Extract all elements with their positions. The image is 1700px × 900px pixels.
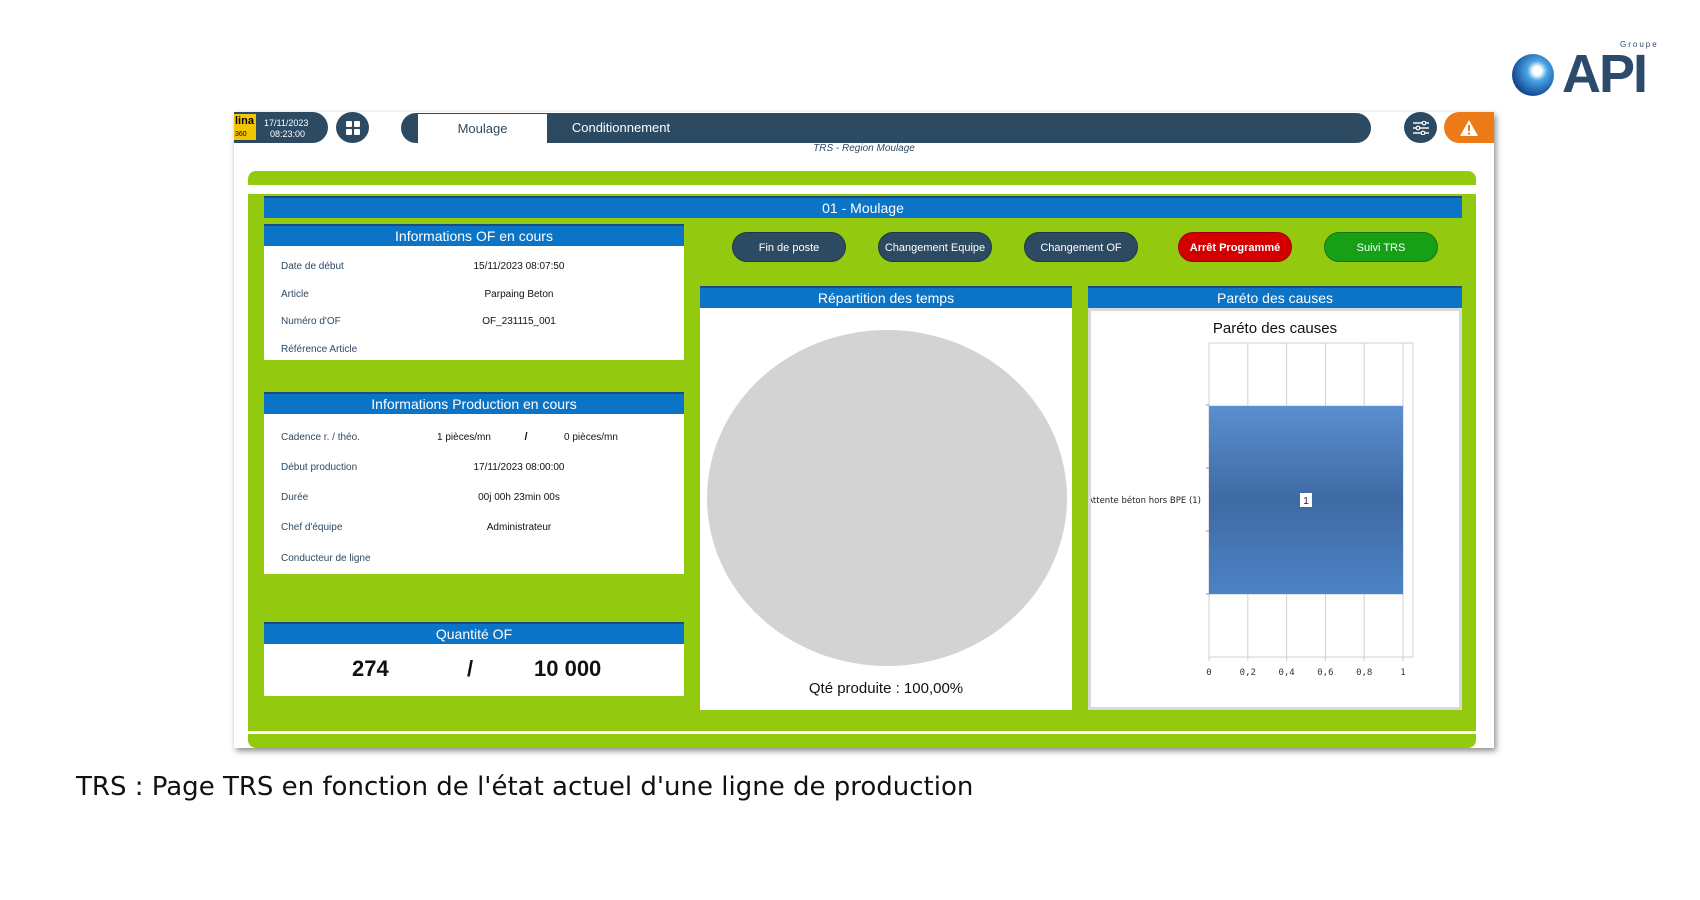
prod-label-debut: Début production [281,462,358,473]
slide: Groupe API lina 360 17/11/2023 08:23:00 … [0,0,1700,900]
pie-slice-qte-produite [707,330,1067,666]
quantity-target: 10 000 [534,656,602,681]
sphere-logo-icon [1512,54,1554,96]
trs-screen: lina 360 17/11/2023 08:23:00 Moulage Con… [234,112,1494,748]
suivi-trs-button[interactable]: Suivi TRS [1324,232,1438,262]
of-label-reference: Référence Article [281,344,358,355]
logo-name: API [1562,44,1648,104]
green-bottom-bar [248,734,1476,748]
of-label-date-debut: Date de début [281,261,344,272]
quantity-produced: 274 [352,656,389,681]
date-time-box: lina 360 17/11/2023 08:23:00 [234,112,328,143]
pareto-x-tick-label: 1 [1400,668,1405,678]
prod-value-chef: Administrateur [486,522,552,533]
of-label-numero: Numéro d'OF [281,316,341,327]
green-top-bar [248,171,1476,185]
pareto-x-tick-label: 0,6 [1317,668,1333,678]
settings-button[interactable] [1404,112,1437,143]
region-tab-bar: Moulage Conditionnement [401,113,1371,143]
menu-grid-button[interactable] [336,112,369,143]
prod-label-duree: Durée [281,492,309,503]
pareto-data-label: 1 [1303,496,1309,507]
quantity-separator: / [467,656,474,681]
prod-cadence-separator: / [524,431,528,443]
of-value-date-debut: 15/11/2023 08:07:50 [473,261,565,272]
alert-button[interactable] [1444,112,1494,143]
of-value-article: Parpaing Beton [484,289,554,300]
quantity-title: Quantité OF [264,622,684,644]
slide-caption: TRS : Page TRS en fonction de l'état act… [76,772,974,802]
prod-value-duree: 00j 00h 23min 00s [478,492,560,503]
prod-value-debut: 17/11/2023 08:00:00 [473,462,565,473]
prod-info-title: Informations Production en cours [264,392,684,414]
station-title: 01 - Moulage [264,196,1462,218]
api-logo: Groupe API [1508,40,1668,106]
pareto-panel-title: Paréto des causes [1088,286,1462,308]
pareto-category-label: Attente béton hors BPE (1) [1091,495,1201,506]
prod-value-cadence-theo: 0 pièces/mn [564,432,618,443]
region-title: TRS - Region Moulage [813,143,915,154]
of-label-article: Article [281,289,309,300]
of-info-box: Date de début 15/11/2023 08:07:50 Articl… [264,246,684,360]
repartition-chart: Qté produite : 100,00% [700,308,1072,710]
prod-label-chef: Chef d'équipe [281,522,343,533]
pareto-chart-svg: Paréto des causes Attente béton hors BPE… [1091,320,1414,678]
prod-value-cadence-real: 1 pièces/mn [437,432,491,443]
pie-legend: Qté produite : 100,00% [808,680,964,697]
station-panel: 01 - Moulage Informations OF en cours Da… [248,194,1476,731]
pareto-x-tick-label: 0,4 [1278,668,1294,678]
prod-info-box: Cadence r. / théo. 1 pièces/mn / 0 pièce… [264,414,684,574]
prod-label-cadence: Cadence r. / théo. [281,432,360,443]
tab-moulage[interactable]: Moulage [418,113,547,143]
grid-icon [345,120,360,135]
fin-de-poste-button[interactable]: Fin de poste [732,232,846,262]
pareto-chart-title: Paréto des causes [1213,320,1337,337]
repartition-title: Répartition des temps [700,286,1072,308]
changement-equipe-button[interactable]: Changement Equipe [878,232,992,262]
pareto-x-tick-label: 0,2 [1240,668,1256,678]
sliders-icon [1412,120,1429,135]
pareto-x-tick-label: 0 [1206,668,1211,678]
of-value-numero: OF_231115_001 [482,316,556,327]
quantity-box: 274 / 10 000 [264,644,684,696]
pareto-chart: Paréto des causes Attente béton hors BPE… [1088,308,1462,710]
lina-logo: lina 360 [234,114,256,140]
current-time: 08:23:00 [270,129,306,139]
arret-programme-button[interactable]: Arrêt Programmé [1178,232,1292,262]
tab-conditionnement[interactable]: Conditionnement [551,113,691,143]
of-info-title: Informations OF en cours [264,224,684,246]
warning-icon [1460,119,1478,136]
pareto-x-tick-label: 0,8 [1356,668,1372,678]
changement-of-button[interactable]: Changement OF [1024,232,1138,262]
current-date: 17/11/2023 [264,118,309,128]
prod-label-conducteur: Conducteur de ligne [281,553,371,564]
